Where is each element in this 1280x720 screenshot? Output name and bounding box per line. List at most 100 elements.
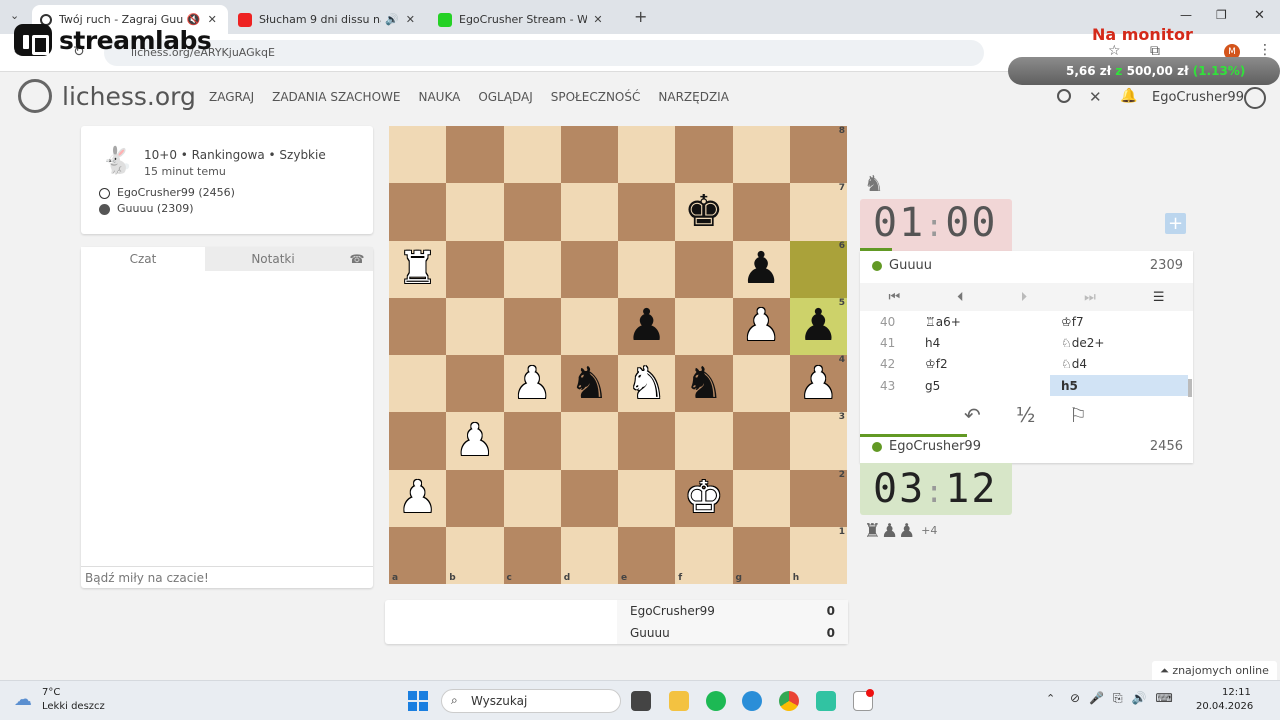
square-a7[interactable] [389, 183, 447, 241]
square-g8[interactable] [732, 126, 790, 184]
chess-piece-icon[interactable]: ♜ [398, 247, 437, 291]
close-window-button[interactable]: ✕ [1254, 8, 1265, 23]
square-e8[interactable] [618, 126, 676, 184]
chess-piece-icon[interactable]: ♟ [627, 304, 666, 348]
menu-icon[interactable]: ☰ [1153, 290, 1165, 305]
square-a8[interactable] [389, 126, 447, 184]
chess-board[interactable]: 8 ♚ 7 ♜ ♟ 6 ♟ ♟ ♟ 5 ♟ ♞ ♞ ♞ ♟ 4 ♟ 3 ♟ ♚ 2 a b c d e f g 1 h [389, 126, 847, 584]
square-e5[interactable]: ♟ [618, 297, 676, 355]
close-tab-icon[interactable]: ✕ [590, 13, 606, 26]
tab-chat[interactable]: Czat [81, 247, 205, 271]
chess-piece-icon[interactable]: ♚ [684, 189, 723, 234]
square-g7[interactable] [732, 183, 790, 241]
square-h7[interactable]: 7 [789, 183, 847, 241]
tray-chevron-icon[interactable]: ⌃ [1046, 692, 1055, 705]
chess-piece-icon[interactable]: ♟ [799, 304, 838, 348]
nav-watch[interactable]: OGLĄDAJ [478, 90, 532, 104]
first-move-icon[interactable]: ⏮ [888, 290, 900, 305]
square-f8[interactable] [675, 126, 733, 184]
black-player-link[interactable]: Guuuu (2309) [117, 202, 193, 215]
chrome-icon[interactable] [779, 691, 799, 711]
move-black[interactable]: ♘de2+ [1050, 332, 1188, 353]
chess-piece-icon[interactable]: ♟ [741, 304, 780, 348]
square-c6[interactable] [503, 240, 561, 298]
move-white[interactable]: g5 [925, 379, 940, 393]
lichess-logo-icon[interactable] [18, 79, 52, 113]
close-x-icon[interactable]: ✕ [1089, 88, 1102, 106]
square-h4[interactable]: ♟ 4 [789, 355, 847, 413]
takeback-icon[interactable]: ↶ [964, 403, 981, 427]
square-g3[interactable] [732, 412, 790, 470]
square-g6[interactable]: ♟ [732, 240, 790, 298]
edge-icon[interactable] [742, 691, 762, 711]
taskbar-search[interactable]: ⌕ Wyszukaj [441, 689, 621, 713]
square-c8[interactable] [503, 126, 561, 184]
close-tab-icon[interactable]: ✕ [403, 13, 418, 26]
tray-icons[interactable]: ⊘🎤⎘🔊⌨ [1070, 691, 1182, 706]
square-d5[interactable] [560, 297, 618, 355]
square-e2[interactable] [618, 469, 676, 527]
offer-draw-button[interactable]: ½ [1016, 403, 1035, 427]
move-black[interactable]: ♘d4 [1050, 353, 1188, 374]
square-g1[interactable]: g [732, 526, 790, 584]
square-d1[interactable]: d [560, 526, 618, 584]
chess-piece-icon[interactable]: ♟ [799, 361, 838, 406]
square-d3[interactable] [560, 412, 618, 470]
square-f3[interactable] [675, 412, 733, 470]
square-b6[interactable] [446, 240, 504, 298]
move-white[interactable]: h4 [925, 336, 940, 350]
square-e6[interactable] [618, 240, 676, 298]
chess-piece-icon[interactable]: ♞ [684, 361, 723, 406]
clock-date[interactable]: 20.04.2026 [1196, 701, 1253, 712]
square-c2[interactable] [503, 469, 561, 527]
square-a2[interactable]: ♟ [389, 469, 447, 527]
tab-youtube[interactable]: Słucham 9 dni dissu na rak... 🔊 ✕ [230, 5, 426, 34]
square-b1[interactable]: b [446, 526, 504, 584]
nav-community[interactable]: SPOŁECZNOŚĆ [551, 90, 641, 104]
cloud-rain-icon[interactable]: ☁ [14, 689, 32, 710]
square-a1[interactable]: a [389, 526, 447, 584]
square-h5[interactable]: ♟ 5 [789, 297, 847, 355]
chess-piece-icon[interactable]: ♟ [455, 418, 494, 463]
square-f4[interactable]: ♞ [675, 355, 733, 413]
tab-list-chevron-icon[interactable]: ⌄ [10, 9, 19, 22]
square-a4[interactable] [389, 355, 447, 413]
square-b7[interactable] [446, 183, 504, 241]
square-f1[interactable]: f [675, 526, 733, 584]
square-d2[interactable] [560, 469, 618, 527]
chess-piece-icon[interactable]: ♟ [512, 361, 551, 406]
square-b2[interactable] [446, 469, 504, 527]
square-f2[interactable]: ♚ [675, 469, 733, 527]
square-a6[interactable]: ♜ [389, 240, 447, 298]
phone-icon[interactable]: ☎ [341, 247, 373, 271]
opponent-name[interactable]: Guuuu [889, 258, 932, 273]
square-d6[interactable] [560, 240, 618, 298]
square-f5[interactable] [675, 297, 733, 355]
square-c5[interactable] [503, 297, 561, 355]
tab-notes[interactable]: Notatki [205, 247, 341, 271]
player-name[interactable]: EgoCrusher99 [889, 439, 981, 454]
chess-piece-icon[interactable]: ♚ [684, 476, 723, 520]
square-d8[interactable] [560, 126, 618, 184]
notification-bell-icon[interactable]: 🔔 [1120, 88, 1137, 104]
square-e4[interactable]: ♞ [618, 355, 676, 413]
square-b8[interactable] [446, 126, 504, 184]
windows-start-icon[interactable] [408, 691, 428, 711]
chess-piece-icon[interactable]: ♟ [398, 476, 437, 520]
white-player-link[interactable]: EgoCrusher99 (2456) [117, 186, 235, 199]
site-logo-text[interactable]: lichess.org [62, 82, 196, 111]
move-black-selected[interactable]: h5 [1050, 375, 1188, 396]
user-avatar-icon[interactable] [1244, 87, 1266, 109]
square-b3[interactable]: ♟ [446, 412, 504, 470]
nav-puzzles[interactable]: ZADANIA SZACHOWE [272, 90, 400, 104]
task-view-icon[interactable] [631, 691, 651, 711]
square-f6[interactable] [675, 240, 733, 298]
square-c4[interactable]: ♟ [503, 355, 561, 413]
minimize-button[interactable]: — [1180, 8, 1192, 22]
url-field[interactable]: lichess.org/eARYKjuAGkqE [104, 40, 984, 66]
square-h2[interactable]: 2 [789, 469, 847, 527]
weather-desc[interactable]: Lekki deszcz [42, 701, 105, 712]
square-b4[interactable] [446, 355, 504, 413]
search-icon[interactable] [1057, 89, 1071, 103]
maximize-button[interactable]: ❐ [1216, 8, 1227, 22]
